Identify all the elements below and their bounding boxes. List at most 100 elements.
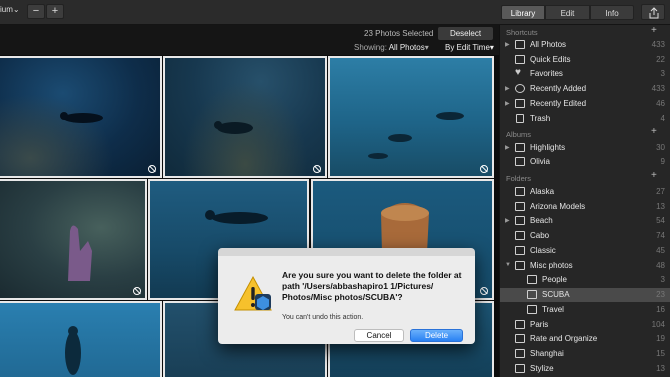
disclosure-triangle-icon: ▼ [505, 262, 511, 268]
photo-thumbnail[interactable] [0, 301, 162, 377]
sidebar-item-folder[interactable]: Shanghai 15 [500, 347, 670, 361]
add-shortcut-button[interactable]: + [651, 25, 657, 36]
sidebar-item-all-photos[interactable]: ▶ All Photos 433 [500, 38, 670, 52]
folder-icon [515, 246, 525, 255]
disclosure-triangle-icon: ▶ [505, 101, 510, 107]
sidebar-item-label: All Photos [530, 40, 567, 49]
sidebar-item-count: 45 [656, 246, 665, 255]
sidebar-item-trash[interactable]: Trash 4 [500, 112, 670, 126]
sidebar-item-folder-selected[interactable]: SCUBA 23 [500, 288, 670, 302]
sidebar-item-folder[interactable]: Alaska 27 [500, 185, 670, 199]
sidebar: Shortcuts + ▶ All Photos 433 Quick Edits… [499, 25, 670, 377]
sidebar-item-folder[interactable]: ▼ Misc photos 48 [500, 259, 670, 273]
sidebar-item-label: People [542, 275, 567, 284]
plus-circle-icon [515, 84, 525, 93]
deselect-button[interactable]: Deselect [438, 27, 493, 40]
zoom-select[interactable]: ium⌄ [0, 5, 20, 14]
tab-edit[interactable]: Edit [545, 5, 590, 20]
sidebar-item-folder[interactable]: Classic 45 [500, 244, 670, 258]
photo-thumbnail[interactable] [0, 179, 147, 300]
rejected-icon [148, 165, 156, 173]
trash-icon [516, 114, 524, 123]
sidebar-item-folder[interactable]: Rate and Organize 19 [500, 332, 670, 346]
sidebar-item-label: Travel [542, 305, 564, 314]
disclosure-triangle-icon: ▶ [505, 218, 510, 224]
diver-figure [368, 112, 464, 159]
folder-icon [515, 349, 525, 358]
sidebar-item-folder[interactable]: Paris 104 [500, 318, 670, 332]
zoom-out-button[interactable]: − [27, 4, 45, 19]
sidebar-item-label: Alaska [530, 187, 555, 196]
sidebar-item-count: 54 [656, 216, 665, 225]
folders-header: Folders [506, 174, 532, 183]
photo-thumbnail[interactable] [0, 56, 162, 178]
photo-thumbnail[interactable] [163, 56, 327, 178]
zoom-in-button[interactable]: + [46, 4, 64, 19]
warning-icon [234, 275, 272, 311]
sidebar-item-recently-edited[interactable]: ▶ Recently Edited 46 [500, 97, 670, 111]
album-icon [515, 157, 525, 166]
sidebar-item-folder[interactable]: ▶ Beach 54 [500, 214, 670, 228]
sidebar-item-folder[interactable]: Travel 16 [500, 303, 670, 317]
sidebar-item-recently-added[interactable]: ▶ Recently Added 433 [500, 82, 670, 96]
folder-icon [515, 364, 525, 373]
folder-icon [515, 187, 525, 196]
folder-icon [527, 305, 537, 314]
sidebar-item-count: 27 [656, 187, 665, 196]
sidebar-item-folder[interactable]: Cabo 74 [500, 229, 670, 243]
sidebar-item-count: 3 [660, 69, 665, 78]
sidebar-item-count: 30 [656, 143, 665, 152]
rejected-icon [313, 165, 321, 173]
sidebar-item-count: 3 [660, 275, 665, 284]
sidebar-item-count: 433 [651, 40, 665, 49]
sidebar-item-count: 433 [651, 84, 665, 93]
sort-select[interactable]: By Edit Time▾ [445, 43, 494, 52]
sidebar-item-highlights[interactable]: ▶ Highlights 30 [500, 141, 670, 155]
sidebar-item-label: Misc photos [530, 261, 573, 270]
sidebar-item-count: 4 [660, 114, 665, 123]
sidebar-item-label: Stylize [530, 364, 554, 373]
sidebar-item-label: Olivia [530, 157, 551, 166]
sidebar-item-quick-edits[interactable]: Quick Edits 22 [500, 53, 670, 67]
share-button[interactable] [641, 4, 665, 20]
dialog-message: You can't undo this action. [282, 314, 364, 321]
sidebar-item-folder[interactable]: Stylize 13 [500, 362, 670, 376]
sidebar-item-count: 13 [656, 364, 665, 373]
add-folder-button[interactable]: + [651, 170, 657, 181]
selected-count: 23 Photos Selected [364, 29, 434, 38]
add-album-button[interactable]: + [651, 126, 657, 137]
diver-figure [205, 210, 268, 224]
sidebar-item-label: Paris [530, 320, 549, 329]
showing-filter[interactable]: Showing: All Photos▾ [354, 43, 429, 52]
sidebar-item-count: 13 [656, 202, 665, 211]
folder-icon [515, 334, 525, 343]
share-icon [649, 7, 659, 19]
sidebar-item-favorites[interactable]: ♥ Favorites 3 [500, 67, 670, 81]
heart-icon: ♥ [515, 67, 521, 78]
sidebar-item-label: Arizona Models [530, 202, 586, 211]
browser-header: 23 Photos Selected Deselect Showing: All… [0, 25, 499, 55]
cancel-button[interactable]: Cancel [354, 329, 404, 342]
disclosure-triangle-icon: ▶ [505, 86, 510, 92]
photo-thumbnail[interactable] [328, 56, 494, 178]
sidebar-item-olivia[interactable]: Olivia 9 [500, 155, 670, 169]
sidebar-item-count: 22 [656, 55, 665, 64]
tab-library[interactable]: Library [501, 5, 545, 20]
sidebar-item-label: Highlights [530, 143, 566, 152]
zoom-label: ium [0, 5, 13, 14]
showing-label: Showing: [354, 43, 387, 52]
tab-info[interactable]: Info [590, 5, 634, 20]
disclosure-triangle-icon: ▶ [505, 145, 510, 151]
sidebar-item-folder[interactable]: People 3 [500, 273, 670, 287]
folder-icon [515, 261, 525, 270]
folder-icon [527, 290, 537, 299]
rejected-icon [480, 165, 488, 173]
sidebar-item-count: 9 [660, 157, 665, 166]
sidebar-item-label: Recently Added [530, 84, 587, 93]
diver-figure [60, 112, 103, 123]
delete-button[interactable]: Delete [410, 329, 463, 342]
sidebar-item-count: 74 [656, 231, 665, 240]
sidebar-item-folder[interactable]: Arizona Models 13 [500, 200, 670, 214]
folder-icon [515, 320, 525, 329]
sort-label: By Edit Time [445, 43, 490, 52]
